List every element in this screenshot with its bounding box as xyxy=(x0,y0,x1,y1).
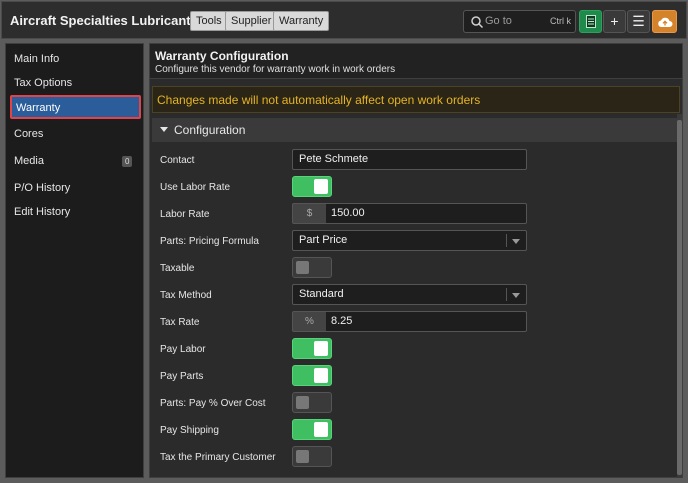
contact-input[interactable]: Pete Schmete xyxy=(292,149,527,170)
warning-banner: Changes made will not automatically affe… xyxy=(152,86,680,113)
section-title: Configuration xyxy=(174,123,246,137)
sidebar-item-cores[interactable]: Cores xyxy=(14,128,43,140)
toggle-knob xyxy=(314,422,328,437)
tax-primary-customer-label: Tax the Primary Customer xyxy=(160,452,276,463)
toggle-knob xyxy=(314,179,328,194)
page-subtitle: Configure this vendor for warranty work … xyxy=(155,64,396,75)
labor-rate-label: Labor Rate xyxy=(160,209,210,220)
toggle-knob xyxy=(296,261,309,274)
spreadsheet-button[interactable] xyxy=(579,10,602,33)
tax-rate-label: Tax Rate xyxy=(160,317,200,328)
currency-prefix: $ xyxy=(292,203,327,224)
configuration-section-header[interactable]: Configuration xyxy=(152,118,677,142)
pay-parts-label: Pay Parts xyxy=(160,371,204,382)
pay-labor-label: Pay Labor xyxy=(160,344,206,355)
add-button[interactable]: + xyxy=(603,10,626,33)
labor-rate-input[interactable]: 150.00 xyxy=(326,203,527,224)
taxable-label: Taxable xyxy=(160,263,195,274)
toggle-knob xyxy=(296,450,309,463)
menu-icon: ☰ xyxy=(632,13,645,29)
taxable-toggle[interactable] xyxy=(292,257,332,278)
main-panel: Warranty Configuration Configure this ve… xyxy=(149,43,683,478)
tax-method-label: Tax Method xyxy=(160,290,212,301)
toggle-knob xyxy=(314,341,328,356)
sidebar-item-main-info[interactable]: Main Info xyxy=(14,53,59,65)
spreadsheet-icon xyxy=(585,15,596,28)
sidebar: Main Info Tax Options Warranty Cores Med… xyxy=(5,43,144,478)
pay-shipping-toggle[interactable] xyxy=(292,419,332,440)
pay-shipping-label: Pay Shipping xyxy=(160,425,219,436)
search-icon xyxy=(471,16,484,29)
pay-pct-over-cost-toggle[interactable] xyxy=(292,392,332,413)
media-count-badge: 0 xyxy=(122,156,133,167)
scrollbar-thumb[interactable] xyxy=(677,120,682,475)
top-bar: Aircraft Specialties Lubricants, LLC Too… xyxy=(1,1,687,39)
sidebar-item-media[interactable]: Media xyxy=(14,155,44,167)
tag-tools[interactable]: Tools xyxy=(190,11,228,31)
menu-button[interactable]: ☰ xyxy=(627,10,650,33)
pay-labor-toggle[interactable] xyxy=(292,338,332,359)
goto-search[interactable]: Go to Ctrl k xyxy=(463,10,576,33)
sidebar-item-po-history[interactable]: P/O History xyxy=(14,182,70,194)
sidebar-item-tax-options[interactable]: Tax Options xyxy=(14,77,72,89)
chevron-down-icon xyxy=(512,239,520,244)
toggle-knob xyxy=(314,368,328,383)
contact-label: Contact xyxy=(160,155,195,166)
tax-rate-input[interactable]: 8.25 xyxy=(326,311,527,332)
pay-pct-over-cost-label: Parts: Pay % Over Cost xyxy=(160,398,266,409)
select-divider xyxy=(506,288,507,301)
goto-placeholder: Go to xyxy=(485,15,512,27)
caret-down-icon xyxy=(160,127,168,132)
cloud-save-button[interactable] xyxy=(652,10,677,33)
tax-method-value: Standard xyxy=(299,288,344,300)
pay-parts-toggle[interactable] xyxy=(292,365,332,386)
toggle-knob xyxy=(296,396,309,409)
select-divider xyxy=(506,234,507,247)
pricing-formula-select[interactable]: Part Price xyxy=(292,230,527,251)
sidebar-item-edit-history[interactable]: Edit History xyxy=(14,206,70,218)
pricing-formula-value: Part Price xyxy=(299,234,348,246)
chevron-down-icon xyxy=(512,293,520,298)
plus-icon: + xyxy=(610,13,619,29)
sidebar-item-warranty[interactable]: Warranty xyxy=(10,95,141,119)
use-labor-rate-label: Use Labor Rate xyxy=(160,182,231,193)
tax-method-select[interactable]: Standard xyxy=(292,284,527,305)
tag-supplier[interactable]: Supplier xyxy=(225,11,278,31)
use-labor-rate-toggle[interactable] xyxy=(292,176,332,197)
page-title: Warranty Configuration xyxy=(155,49,289,63)
tax-primary-customer-toggle[interactable] xyxy=(292,446,332,467)
goto-shortcut: Ctrl k xyxy=(550,16,571,26)
pricing-formula-label: Parts: Pricing Formula xyxy=(160,236,259,247)
tag-warranty[interactable]: Warranty xyxy=(273,11,330,31)
cloud-upload-icon xyxy=(657,17,672,27)
percent-prefix: % xyxy=(292,311,327,332)
panel-header: Warranty Configuration Configure this ve… xyxy=(150,44,682,79)
